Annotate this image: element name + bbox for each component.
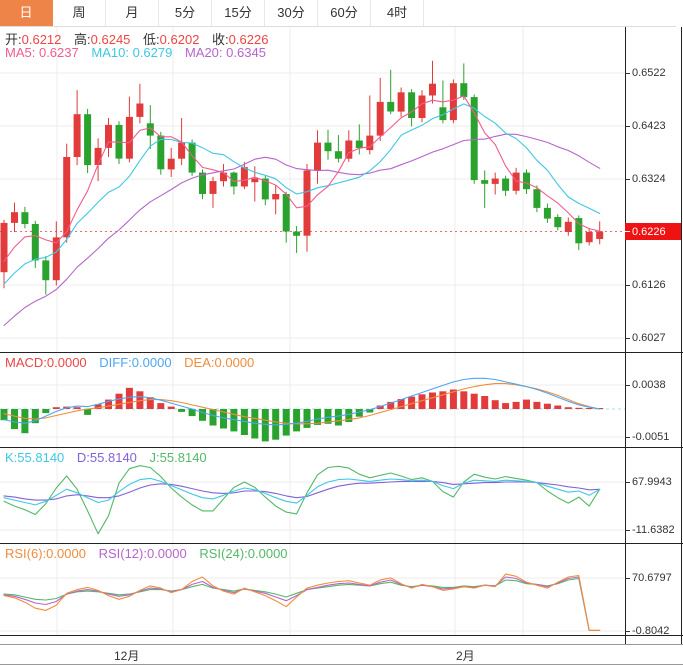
candlestick-chart[interactable] bbox=[0, 27, 625, 352]
rsi-chart[interactable] bbox=[0, 543, 625, 635]
axis-tick bbox=[625, 630, 630, 632]
tab-week[interactable]: 周 bbox=[53, 0, 106, 26]
kdj-axis-label: 67.9943 bbox=[625, 475, 672, 489]
price-axis-label: 0.6324 bbox=[625, 172, 666, 186]
tab-4hour[interactable]: 4时 bbox=[371, 0, 424, 26]
rsi-axis-label: -0.8042 bbox=[625, 624, 669, 638]
panel-divider bbox=[0, 543, 683, 544]
time-axis: 12月 2月 bbox=[0, 644, 683, 665]
price-axis-label: 0.6027 bbox=[625, 331, 666, 345]
price-axis-label: 0.6423 bbox=[625, 119, 666, 133]
axis-tick bbox=[625, 72, 630, 74]
kdj-chart[interactable] bbox=[0, 447, 625, 543]
panel-divider bbox=[0, 635, 683, 636]
axis-tick bbox=[625, 231, 630, 232]
price-axis: 0.6522 0.6423 0.6324 0.6226 0.6126 0.602… bbox=[625, 0, 683, 666]
tab-day[interactable]: 日 bbox=[0, 0, 53, 26]
panel-divider bbox=[0, 352, 683, 353]
tab-month[interactable]: 月 bbox=[106, 0, 159, 26]
axis-tick bbox=[625, 577, 630, 579]
time-axis-label: 12月 bbox=[114, 649, 140, 663]
macd-axis-label: 0.0038 bbox=[625, 378, 666, 392]
axis-tick bbox=[625, 284, 630, 286]
axis-tick bbox=[625, 436, 630, 438]
axis-tick bbox=[625, 337, 630, 339]
trading-chart-app: 日 周 月 5分 15分 30分 60分 4时 开:0.6212 高:0.624… bbox=[0, 0, 683, 666]
macd-chart[interactable] bbox=[0, 352, 625, 447]
tab-15min[interactable]: 15分 bbox=[212, 0, 265, 26]
axis-tick bbox=[625, 178, 630, 180]
time-axis-label: 2月 bbox=[456, 649, 475, 663]
macd-axis-label: -0.0051 bbox=[625, 430, 669, 444]
axis-tick bbox=[625, 384, 630, 386]
tab-30min[interactable]: 30分 bbox=[265, 0, 318, 26]
tab-60min[interactable]: 60分 bbox=[318, 0, 371, 26]
tab-5min[interactable]: 5分 bbox=[159, 0, 212, 26]
axis-tick bbox=[625, 481, 630, 483]
price-axis-label: 0.6126 bbox=[625, 278, 666, 292]
axis-tick bbox=[625, 529, 630, 531]
kdj-axis-label: -11.6382 bbox=[625, 523, 675, 537]
axis-tick bbox=[625, 125, 630, 127]
price-axis-label: 0.6522 bbox=[625, 66, 666, 80]
current-price-tag: 0.6226 bbox=[625, 223, 681, 240]
panel-divider bbox=[0, 447, 683, 448]
rsi-axis-label: 70.6797 bbox=[625, 571, 672, 585]
period-tabbar: 日 周 月 5分 15分 30分 60分 4时 bbox=[0, 0, 676, 27]
